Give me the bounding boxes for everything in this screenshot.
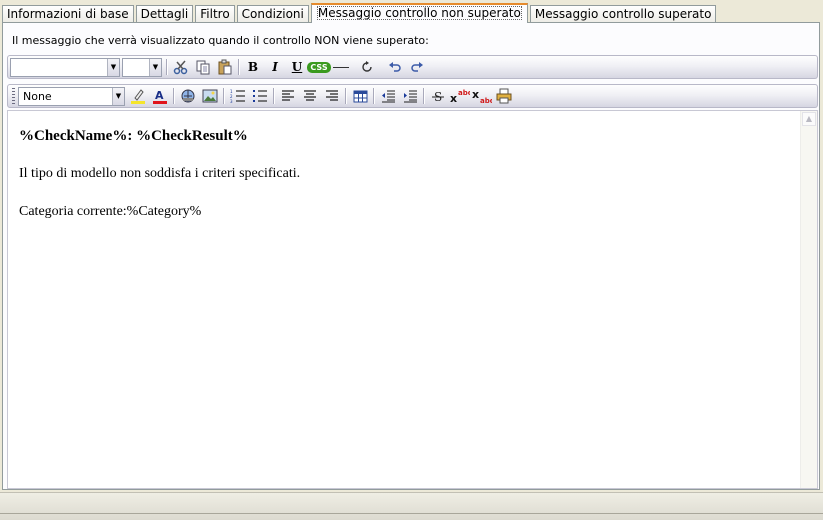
hyperlink-button[interactable] [177,86,199,106]
italic-button[interactable]: I [264,57,286,77]
css-button[interactable]: CSS [307,57,331,77]
numbered-list-icon: 123 [230,89,245,103]
toolbar-separator [223,88,225,104]
tab-strip: Informazioni di base Dettagli Filtro Con… [2,3,718,23]
numbered-list-button[interactable]: 123 [227,86,249,106]
instruction-label: Il messaggio che verrà visualizzato quan… [12,34,429,47]
scroll-up-icon[interactable]: ▲ [802,112,816,126]
svg-text:A: A [155,89,164,102]
status-bar [0,492,823,520]
message-heading: %CheckName%: %CheckResult% [19,128,248,144]
tab-filtro[interactable]: Filtro [195,5,235,23]
redo-icon [411,62,423,72]
horizontal-rule-icon [333,66,349,68]
svg-text:x: x [472,88,479,101]
toolbar-separator [373,88,375,104]
tab-dettagli[interactable]: Dettagli [135,5,194,23]
tab-informazioni-di-base[interactable]: Informazioni di base [2,5,134,23]
font-size-select[interactable]: ▼ [122,57,162,77]
redo-button[interactable] [406,57,428,77]
paste-icon [218,59,232,75]
superscript-icon: x abc [450,89,470,104]
toolbar-separator [273,88,275,104]
align-right-button[interactable] [321,86,343,106]
image-icon [202,89,218,103]
svg-text:abc: abc [480,97,492,104]
font-family-select[interactable]: ▼ [10,57,120,77]
chevron-down-icon[interactable]: ▼ [112,87,124,105]
indent-button[interactable] [399,86,421,106]
svg-text:x: x [450,92,457,104]
paragraph-style-select[interactable]: None ▼ [18,86,125,106]
toolbar-separator [423,88,425,104]
highlight-color-button[interactable] [127,86,149,106]
align-center-button[interactable] [299,86,321,106]
toolbar-separator [173,88,175,104]
outdent-button[interactable] [377,86,399,106]
chevron-down-icon[interactable]: ▼ [107,58,119,76]
paragraph-style-value: None [23,89,52,103]
strikethrough-icon: S [432,90,444,103]
bulleted-list-icon [253,90,267,102]
toolbar-separator [166,59,168,75]
subscript-button[interactable]: x abc [471,86,493,106]
message-line-1: Il tipo di modello non soddisfa i criter… [19,166,301,181]
toolbar-separator [238,59,240,75]
align-right-icon [326,90,338,101]
align-left-button[interactable] [277,86,299,106]
print-button[interactable] [493,86,515,106]
tab-condizioni[interactable]: Condizioni [236,5,309,23]
superscript-button[interactable]: x abc [449,86,471,106]
tab-messaggio-controllo-non-superato[interactable]: Messaggio controllo non superato [310,3,528,23]
subscript-icon: x abc [472,88,492,104]
tab-active-label: Messaggio controllo non superato [316,6,522,20]
copy-icon [196,60,210,75]
vertical-scrollbar[interactable]: ▲ [800,111,817,488]
globe-link-icon [181,89,195,103]
status-bar-divider [0,513,823,514]
highlighter-icon [131,89,145,104]
table-button[interactable] [349,86,371,106]
paragraph-toolbar: None ▼ A 123 S x abc x abc [7,84,818,108]
image-button[interactable] [199,86,221,106]
svg-text:abc: abc [458,89,470,97]
strikethrough-button[interactable]: S [427,86,449,106]
tab-messaggio-controllo-superato[interactable]: Messaggio controllo superato [529,5,717,23]
rich-text-editor[interactable]: %CheckName%: %CheckResult% Il tipo di mo… [7,110,818,489]
outdent-icon [381,89,395,103]
horizontal-rule-button[interactable] [330,57,352,77]
table-icon [353,90,367,102]
css-badge: CSS [307,61,331,73]
cut-button[interactable] [170,57,192,77]
font-color-icon: A [153,89,167,104]
bold-button[interactable]: B [242,57,264,77]
indent-icon [403,89,417,103]
copy-button[interactable] [192,57,214,77]
toolbar-separator [345,88,347,104]
paste-button[interactable] [214,57,236,77]
align-center-icon [304,90,316,101]
printer-icon [496,88,512,104]
tab-panel: Il messaggio che verrà visualizzato quan… [2,22,820,490]
chevron-down-icon[interactable]: ▼ [149,58,161,76]
undo-icon [389,62,401,72]
toolbar-grip[interactable] [12,88,15,104]
refresh-button[interactable] [356,57,378,77]
underline-button[interactable]: U [286,57,308,77]
message-line-2: Categoria corrente:%Category% [19,204,202,219]
undo-button[interactable] [384,57,406,77]
bulleted-list-button[interactable] [249,86,271,106]
scissors-icon [173,60,188,75]
refresh-icon [362,61,372,72]
font-color-button[interactable]: A [149,86,171,106]
align-left-icon [282,90,294,101]
format-toolbar: ▼ ▼ B I U CSS [7,55,818,79]
svg-text:3: 3 [230,99,233,103]
